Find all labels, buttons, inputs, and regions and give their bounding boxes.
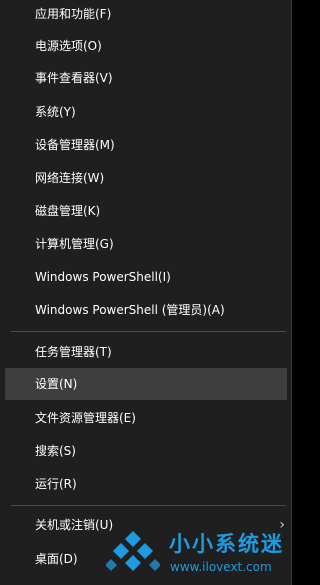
watermark-title: 小小系统迷 [169, 532, 284, 556]
menu-item-windows-powershell[interactable]: Windows PowerShell(I) [5, 261, 287, 293]
menu-item-search[interactable]: 搜索(S) [5, 435, 287, 467]
menu-item-run[interactable]: 运行(R) [5, 468, 287, 500]
menu-item-task-manager[interactable]: 任务管理器(T) [5, 336, 287, 368]
menu-item-device-manager[interactable]: 设备管理器(M) [5, 129, 287, 161]
watermark: 小小系统迷 www.ilovext.com [106, 524, 295, 582]
menu-item-computer-management[interactable]: 计算机管理(G) [5, 228, 287, 260]
menu-item-disk-management[interactable]: 磁盘管理(K) [5, 195, 287, 227]
menu-item-power-options[interactable]: 电源选项(O) [5, 30, 287, 62]
menu-item-event-viewer[interactable]: 事件查看器(V) [5, 62, 287, 94]
menu-item-file-explorer[interactable]: 文件资源管理器(E) [5, 402, 287, 434]
diamond-logo-icon [106, 531, 160, 571]
watermark-url: www.ilovext.com [170, 560, 272, 574]
menu-item-windows-powershell-admin[interactable]: Windows PowerShell (管理员)(A) [5, 294, 287, 326]
menu-item-settings[interactable]: 设置(N) [5, 368, 287, 400]
menu-item-system[interactable]: 系统(Y) [5, 96, 287, 128]
menu-separator [11, 331, 286, 332]
menu-item-apps-and-features[interactable]: 应用和功能(F) [5, 0, 287, 30]
winx-context-menu: 应用和功能(F) 电源选项(O) 事件查看器(V) 系统(Y) 设备管理器(M)… [0, 0, 292, 585]
menu-separator [11, 505, 286, 506]
menu-item-label: 关机或注销(U) [35, 518, 114, 532]
menu-item-network-connections[interactable]: 网络连接(W) [5, 162, 287, 194]
